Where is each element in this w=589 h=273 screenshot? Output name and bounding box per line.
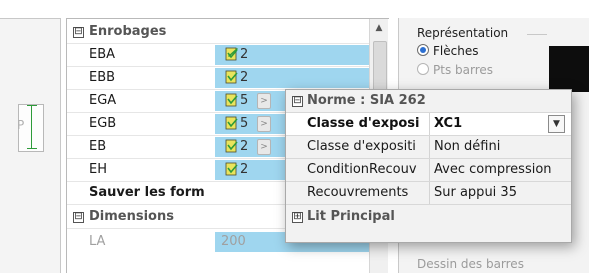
property-value-cell[interactable]: 2	[215, 68, 369, 88]
dimension-marker	[27, 105, 42, 149]
representation-title: Représentation	[417, 26, 509, 40]
property-name: EGA	[89, 93, 117, 108]
edit-pencil-icon	[225, 116, 238, 130]
collapse-icon[interactable]: ⊟	[73, 27, 84, 38]
property-value-cell[interactable]: 2	[215, 45, 369, 65]
property-value: 5	[240, 116, 249, 131]
property-name: EH	[89, 162, 107, 177]
save-forms-label: Sauver les form	[89, 185, 205, 200]
row-divider	[286, 204, 571, 205]
column-divider	[429, 159, 430, 181]
table-row[interactable]: Classe d'expositi Non défini	[286, 136, 571, 158]
scroll-up-icon[interactable]: ▲	[372, 23, 386, 37]
table-row[interactable]: EBA 2	[67, 44, 369, 66]
group-divider	[527, 34, 547, 35]
property-value: 5	[240, 93, 249, 108]
expand-icon[interactable]: ⊞	[292, 212, 303, 223]
edit-pencil-icon	[225, 70, 238, 84]
table-row[interactable]: ConditionRecouv Avec compression	[286, 159, 571, 181]
dessin-label: Dessin des barres	[417, 257, 524, 271]
category-label: Norme : SIA 262	[307, 93, 426, 108]
radio-label: Flèches	[433, 44, 479, 58]
edit-pencil-icon	[225, 93, 238, 107]
category-label: Dimensions	[89, 209, 174, 224]
edit-pencil-icon	[225, 139, 238, 153]
edit-pencil-icon	[225, 47, 238, 61]
property-name: Recouvrements	[307, 185, 409, 200]
property-name: ConditionRecouv	[307, 162, 417, 177]
radio-label: Pts barres	[433, 63, 494, 77]
category-norme[interactable]: ⊟ Norme : SIA 262	[286, 90, 571, 112]
column-divider	[429, 182, 430, 204]
table-row-selected[interactable]: Classe d'exposi XC1 ▼	[286, 113, 571, 135]
chevron-right-icon[interactable]: >	[257, 116, 271, 132]
category-label: Lit Principal	[307, 209, 395, 224]
property-value: Non défini	[434, 139, 501, 154]
radio-fleches[interactable]: Flèches	[417, 44, 478, 58]
preview-swatch	[549, 46, 589, 92]
property-name: Classe d'expositi	[307, 139, 416, 154]
property-value: Avec compression	[434, 162, 552, 177]
property-name: LA	[89, 234, 106, 249]
property-value: 2	[240, 47, 249, 62]
property-value: 2	[240, 162, 249, 177]
category-enrobages[interactable]: ⊟ Enrobages	[67, 21, 369, 43]
property-name: EBA	[89, 47, 116, 62]
table-row[interactable]: Recouvrements Sur appui 35	[286, 182, 571, 204]
frame-label: P	[17, 118, 25, 132]
property-name: Classe d'exposi	[307, 116, 420, 131]
edit-pencil-icon	[225, 162, 238, 176]
column-divider	[429, 136, 430, 158]
drawing-preview-panel: P	[0, 18, 61, 273]
category-label: Enrobages	[89, 24, 167, 39]
property-name: EBB	[89, 70, 116, 85]
radio-unselected-icon[interactable]	[417, 63, 429, 75]
property-value: 2	[240, 70, 249, 85]
radio-pts-barres[interactable]: Pts barres	[417, 63, 493, 77]
column-divider	[429, 113, 430, 135]
property-name: EB	[89, 139, 107, 154]
property-value: Sur appui 35	[434, 185, 517, 200]
chevron-right-icon[interactable]: >	[257, 139, 271, 155]
property-name: EGB	[89, 116, 117, 131]
chevron-right-icon[interactable]: >	[257, 93, 271, 109]
norme-popup: ⊟ Norme : SIA 262 Classe d'exposi XC1 ▼ …	[285, 89, 572, 243]
category-lit-principal[interactable]: ⊞ Lit Principal	[286, 206, 571, 228]
collapse-icon[interactable]: ⊟	[73, 212, 84, 223]
radio-selected-icon[interactable]	[417, 44, 429, 56]
collapse-icon[interactable]: ⊟	[292, 96, 303, 107]
app-window: P ⊟ Enrobages EBA 2 EBB 2 EGA 5 > EGB 5 …	[0, 0, 589, 273]
table-row[interactable]: EBB 2	[67, 67, 369, 89]
chevron-down-icon[interactable]: ▼	[548, 115, 565, 133]
property-value: 2	[240, 139, 249, 154]
property-value: 200	[221, 234, 246, 249]
